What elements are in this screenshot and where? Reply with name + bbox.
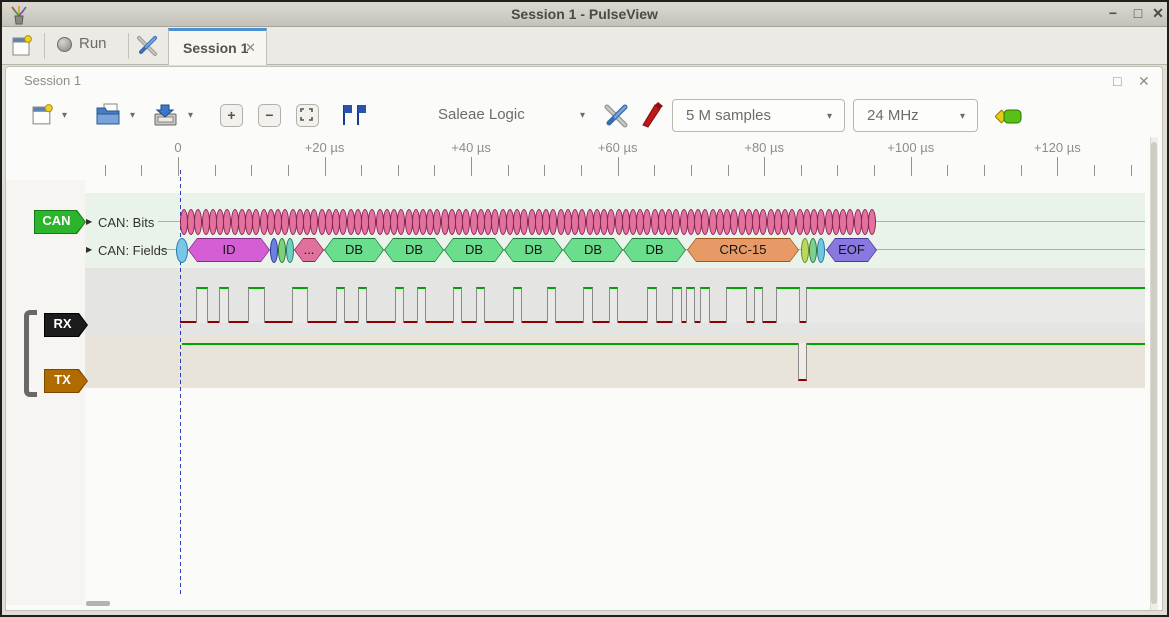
sample-count-value: 5 M samples — [673, 100, 844, 131]
open-file-icon[interactable] — [95, 102, 122, 128]
sample-rate-caret-icon: ▾ — [960, 111, 965, 122]
tab-session-1[interactable]: Session 1 ✕ — [168, 28, 267, 65]
time-zero-cursor[interactable] — [180, 170, 181, 596]
open-caret-icon[interactable]: ▾ — [130, 110, 135, 121]
fields-row-line — [158, 249, 1145, 250]
tab-label: Session 1 — [183, 40, 248, 56]
rx-tag-label: RX — [44, 313, 88, 337]
can-tag-label: CAN — [34, 210, 86, 234]
expand-fields-icon[interactable]: ▶ — [86, 245, 92, 254]
device-caret-icon[interactable]: ▾ — [580, 110, 585, 121]
subwindow-close-icon[interactable]: ✕ — [1138, 73, 1150, 90]
configure-device-icon[interactable] — [602, 102, 630, 129]
tab-close-icon[interactable]: ✕ — [245, 40, 256, 56]
rx-channel-tag[interactable]: RX — [44, 313, 88, 337]
run-status-icon — [57, 37, 72, 52]
decoder-band — [85, 193, 1145, 268]
maximize-icon[interactable]: □ — [1130, 5, 1146, 21]
device-select[interactable]: Saleae Logic — [438, 106, 525, 123]
tx-band — [85, 335, 1145, 388]
subwindow-restore-icon[interactable]: □ — [1113, 73, 1121, 89]
pulseview-window: Session 1 - PulseView − □ ✕ Run Session … — [0, 0, 1169, 617]
sample-count-caret-icon: ▾ — [827, 111, 832, 122]
channel-group-bracket — [24, 310, 37, 397]
save-icon[interactable] — [152, 102, 179, 128]
sample-rate-value: 24 MHz — [854, 100, 977, 131]
run-capture-icon[interactable] — [995, 108, 1023, 126]
minimize-icon[interactable]: − — [1105, 5, 1121, 21]
toolbar-separator — [128, 33, 129, 59]
close-icon[interactable]: ✕ — [1150, 5, 1166, 21]
sample-rate-select[interactable]: 24 MHz ▾ — [853, 99, 978, 132]
rx-band — [85, 268, 1145, 335]
zoom-in-button[interactable]: + — [220, 104, 243, 127]
window-title: Session 1 - PulseView — [2, 2, 1167, 27]
sample-count-select[interactable]: 5 M samples ▾ — [672, 99, 845, 132]
tx-channel-tag[interactable]: TX — [44, 369, 88, 393]
session-header-title: Session 1 — [24, 73, 81, 88]
trigger-falling-edge-marker[interactable] — [1122, 295, 1141, 314]
can-decoder-tag[interactable]: CAN — [34, 210, 86, 234]
settings-icon[interactable] — [135, 34, 159, 58]
run-button[interactable]: Run — [79, 35, 107, 52]
expand-bits-icon[interactable]: ▶ — [86, 217, 92, 226]
bits-row-line — [158, 221, 1145, 222]
new-view-caret-icon[interactable]: ▾ — [62, 110, 67, 121]
toolbar-separator — [44, 33, 45, 59]
vertical-scrollbar[interactable] — [1151, 142, 1157, 604]
tx-tag-label: TX — [44, 369, 88, 393]
zoom-out-button[interactable]: − — [258, 104, 281, 127]
titlebar[interactable]: Session 1 - PulseView — [2, 2, 1167, 27]
decoder-row-bits-label: CAN: Bits — [98, 215, 154, 230]
zoom-fit-button[interactable] — [296, 104, 319, 127]
horizontal-scrollbar[interactable] — [86, 601, 110, 606]
channels-probe-icon[interactable] — [639, 101, 665, 129]
new-session-icon[interactable] — [11, 35, 33, 57]
save-caret-icon[interactable]: ▾ — [188, 110, 193, 121]
new-view-icon[interactable] — [31, 104, 54, 127]
show-cursors-icon[interactable] — [341, 103, 367, 128]
decoder-row-fields-label: CAN: Fields — [98, 243, 167, 258]
